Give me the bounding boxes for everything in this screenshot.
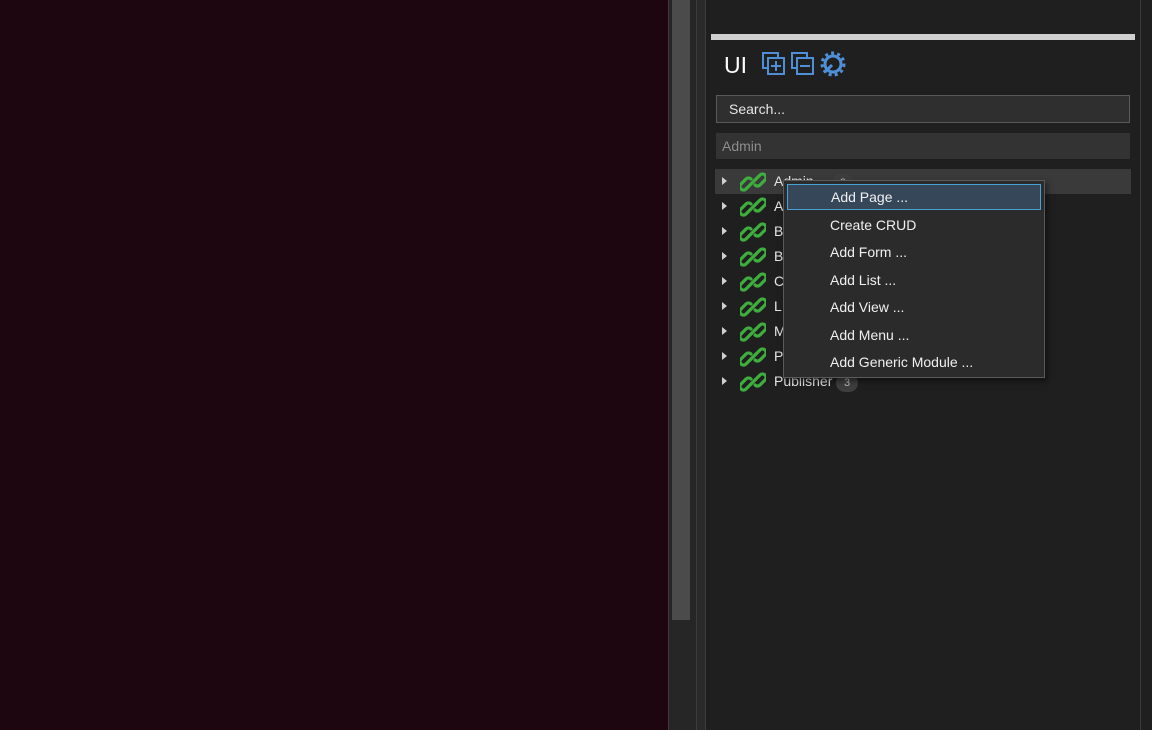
- tree-item-label: P: [774, 348, 784, 364]
- panel-splitter[interactable]: [696, 0, 706, 730]
- menu-item[interactable]: Add Menu ...: [787, 322, 1041, 348]
- tree-item-label: B: [774, 248, 784, 264]
- link-icon: [738, 194, 768, 220]
- tree-item-label: A: [774, 198, 784, 214]
- panel-border: [1140, 0, 1152, 730]
- link-icon: [738, 319, 768, 345]
- menu-item[interactable]: Add View ...: [787, 294, 1041, 320]
- search-input[interactable]: [716, 95, 1130, 123]
- expand-arrow-icon[interactable]: [722, 352, 727, 360]
- expand-arrow-icon[interactable]: [722, 177, 727, 185]
- panel-title: UI: [724, 52, 747, 78]
- panel-header-bar: [711, 34, 1135, 40]
- link-icon: [738, 269, 768, 295]
- expand-arrow-icon[interactable]: [722, 302, 727, 310]
- add-window-icon[interactable]: [761, 51, 787, 77]
- expand-arrow-icon[interactable]: [722, 327, 727, 335]
- link-icon: [738, 169, 768, 195]
- link-icon: [738, 344, 768, 370]
- expand-arrow-icon[interactable]: [722, 252, 727, 260]
- collapse-window-icon[interactable]: [790, 51, 816, 77]
- menu-item[interactable]: Add List ...: [787, 267, 1041, 293]
- filter-field[interactable]: Admin: [716, 133, 1130, 159]
- tree-item-label: L: [774, 298, 782, 314]
- settings-gear-icon[interactable]: [820, 51, 846, 77]
- context-menu: Add Page ... Create CRUD Add Form ... Add L…: [783, 180, 1045, 378]
- menu-item[interactable]: Add Generic Module ...: [787, 349, 1041, 375]
- link-icon: [738, 369, 768, 395]
- scrollbar-thumb[interactable]: [672, 0, 690, 620]
- menu-item[interactable]: Create CRUD: [787, 212, 1041, 238]
- editor-canvas: [0, 0, 668, 730]
- expand-arrow-icon[interactable]: [722, 202, 727, 210]
- link-icon: [738, 244, 768, 270]
- expand-arrow-icon[interactable]: [722, 227, 727, 235]
- tree-item-label: B: [774, 223, 784, 239]
- menu-item[interactable]: Add Form ...: [787, 239, 1041, 265]
- menu-item[interactable]: Add Page ...: [787, 184, 1041, 210]
- link-icon: [738, 219, 768, 245]
- link-icon: [738, 294, 768, 320]
- expand-arrow-icon[interactable]: [722, 277, 727, 285]
- expand-arrow-icon[interactable]: [722, 377, 727, 385]
